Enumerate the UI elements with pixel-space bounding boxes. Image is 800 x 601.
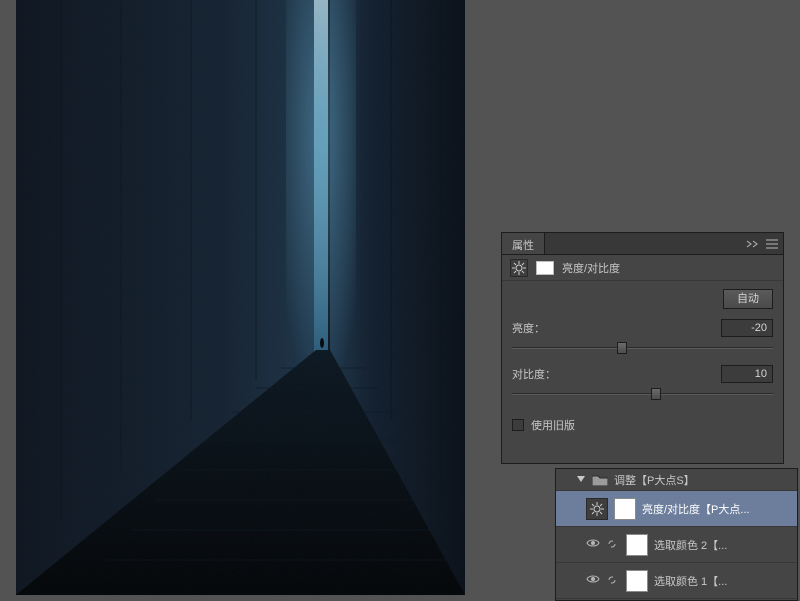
layer-mask-thumb[interactable] bbox=[614, 498, 636, 520]
brightness-adjustment-icon bbox=[586, 498, 608, 520]
layers-panel: 调整【P大点S】 亮度/对比度【P大点... 选取颜色 2【... 选取颜色 1【.… bbox=[555, 468, 798, 601]
layer-name: 选取颜色 2【... bbox=[654, 537, 727, 553]
visibility-eye-icon[interactable] bbox=[586, 574, 600, 588]
brightness-contrast-icon bbox=[510, 259, 528, 277]
disclosure-triangle-icon[interactable] bbox=[576, 475, 586, 485]
visibility-eye-icon[interactable] bbox=[586, 538, 600, 552]
layer-row[interactable]: 选取颜色 1【... bbox=[556, 563, 797, 599]
layer-group-name: 调整【P大点S】 bbox=[614, 472, 695, 488]
layer-mask-thumb[interactable] bbox=[626, 570, 648, 592]
properties-tabbar: 属性 bbox=[502, 233, 783, 255]
panel-menu-icon[interactable] bbox=[765, 237, 779, 251]
contrast-slider-thumb[interactable] bbox=[651, 388, 661, 400]
layer-mask-thumb[interactable] bbox=[626, 534, 648, 556]
panel-collapse-icon[interactable] bbox=[745, 237, 759, 251]
link-icon[interactable] bbox=[606, 538, 620, 552]
auto-button[interactable]: 自动 bbox=[723, 289, 773, 309]
layer-mask-icon bbox=[536, 261, 554, 275]
tab-properties[interactable]: 属性 bbox=[502, 233, 545, 254]
adjustment-title: 亮度/对比度 bbox=[562, 260, 620, 276]
layer-row[interactable]: 选取颜色 2【... bbox=[556, 527, 797, 563]
brightness-value[interactable]: -20 bbox=[721, 319, 773, 337]
layer-group-row[interactable]: 调整【P大点S】 bbox=[556, 469, 797, 491]
brightness-label: 亮度： bbox=[512, 320, 545, 336]
legacy-checkbox[interactable] bbox=[512, 419, 524, 431]
layer-name: 亮度/对比度【P大点... bbox=[642, 501, 750, 517]
app-root: 属性 亮度/对比度 自动 bbox=[0, 0, 800, 601]
contrast-label: 对比度： bbox=[512, 366, 556, 382]
brightness-slider[interactable] bbox=[512, 341, 773, 355]
layer-row[interactable]: 亮度/对比度【P大点... bbox=[556, 491, 797, 527]
link-icon[interactable] bbox=[606, 574, 620, 588]
contrast-value[interactable]: 10 bbox=[721, 365, 773, 383]
contrast-slider[interactable] bbox=[512, 387, 773, 401]
properties-body: 自动 亮度： -20 对比度： 10 bbox=[502, 281, 783, 443]
layer-name: 选取颜色 1【... bbox=[654, 573, 727, 589]
contrast-group: 对比度： 10 bbox=[512, 365, 773, 401]
folder-icon bbox=[592, 474, 608, 486]
canvas-image bbox=[16, 0, 465, 595]
brightness-group: 亮度： -20 bbox=[512, 319, 773, 355]
legacy-label: 使用旧版 bbox=[531, 417, 575, 433]
canvas[interactable] bbox=[16, 0, 465, 595]
properties-header: 亮度/对比度 bbox=[502, 255, 783, 281]
brightness-slider-thumb[interactable] bbox=[617, 342, 627, 354]
properties-panel: 属性 亮度/对比度 自动 bbox=[501, 232, 784, 464]
